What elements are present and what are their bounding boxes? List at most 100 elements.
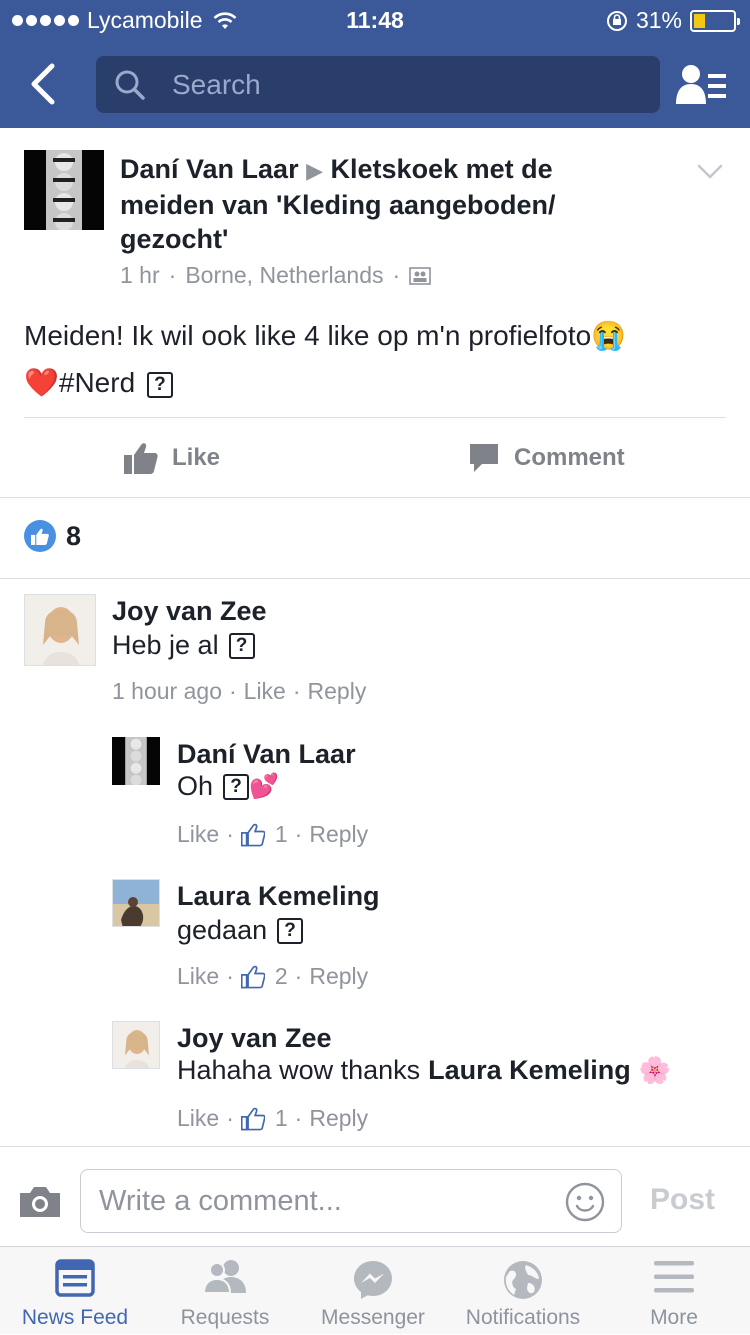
comment-button[interactable]: Comment bbox=[468, 442, 625, 474]
comment-text: Oh ? 💕 bbox=[177, 771, 279, 802]
comment-meta: Like · 1 · Reply bbox=[177, 1105, 369, 1132]
thumbs-up-outline-icon bbox=[240, 823, 265, 846]
arrow-icon: ▶ bbox=[306, 158, 324, 183]
comment-like-link[interactable]: Like bbox=[177, 963, 219, 990]
reaction-count[interactable]: 1 bbox=[275, 1105, 288, 1132]
unknown-glyph-box: ? bbox=[223, 773, 250, 800]
comment-body: gedaan bbox=[177, 915, 268, 945]
friend-requests-icon bbox=[202, 1260, 246, 1294]
like-label: Like bbox=[172, 444, 221, 471]
unknown-glyph-box: ? bbox=[277, 917, 304, 944]
hearts-emoji: 💕 bbox=[249, 773, 279, 800]
thumbs-up-outline-icon bbox=[240, 1107, 265, 1130]
header: Lycamobile 11:48 31% bbox=[0, 0, 750, 128]
comment-like-link[interactable]: Like bbox=[244, 678, 286, 705]
like-count: 8 bbox=[66, 520, 82, 551]
comment-text: gedaan ? bbox=[177, 915, 304, 946]
comment-author[interactable]: Daní Van Laar bbox=[177, 739, 356, 770]
divider bbox=[0, 497, 750, 498]
avatar[interactable] bbox=[24, 594, 96, 666]
flower-emoji: 🌸 bbox=[638, 1055, 672, 1085]
camera-icon[interactable] bbox=[18, 1185, 62, 1219]
like-button[interactable]: Like bbox=[124, 442, 220, 474]
avatar[interactable] bbox=[112, 879, 160, 927]
battery-icon bbox=[690, 9, 740, 32]
comment-like-link[interactable]: Like bbox=[177, 821, 219, 848]
comment-text: Heb je al ? bbox=[112, 630, 255, 661]
comment-body: Heb je al bbox=[112, 630, 219, 660]
post-time[interactable]: 1 hr bbox=[120, 262, 160, 289]
comment-like-link[interactable]: Like bbox=[177, 1105, 219, 1132]
comment-icon bbox=[470, 444, 498, 472]
reaction-count[interactable]: 2 bbox=[275, 963, 288, 990]
audience-group-icon bbox=[409, 266, 431, 285]
author-avatar[interactable] bbox=[24, 150, 104, 230]
avatar[interactable] bbox=[112, 1021, 160, 1069]
divider bbox=[0, 578, 750, 579]
post-text-line-1: Meiden! Ik wil ook like 4 like op m'n pr… bbox=[24, 320, 627, 351]
tab-label: More bbox=[650, 1306, 698, 1329]
post-title: Daní Van Laar ▶ Kletskoek met de meiden … bbox=[120, 152, 600, 256]
battery-percent: 31% bbox=[635, 7, 682, 33]
search-bar[interactable] bbox=[96, 56, 660, 113]
friends-list-icon[interactable] bbox=[676, 64, 728, 106]
comment-reply-link[interactable]: Reply bbox=[308, 678, 367, 705]
tab-label: News Feed bbox=[21, 1306, 129, 1329]
tab-messenger[interactable]: Messenger bbox=[298, 1247, 448, 1335]
like-summary[interactable]: 8 bbox=[24, 520, 81, 552]
tab-news-feed[interactable]: News Feed bbox=[0, 1247, 150, 1335]
post-actions: Like Comment bbox=[0, 418, 750, 498]
comment-input[interactable] bbox=[97, 1182, 547, 1220]
comment-text: Hahaha wow thanks Laura Kemeling 🌸 bbox=[177, 1055, 671, 1086]
messenger-icon bbox=[354, 1261, 392, 1299]
post-location[interactable]: Borne, Netherlands bbox=[185, 262, 383, 289]
unknown-glyph-box: ? bbox=[228, 632, 255, 659]
chevron-down-icon[interactable] bbox=[696, 162, 724, 182]
tab-label: Messenger bbox=[321, 1306, 425, 1329]
comment-author[interactable]: Laura Kemeling bbox=[177, 881, 380, 912]
comment-label: Comment bbox=[514, 444, 625, 471]
thumbs-up-icon bbox=[124, 443, 158, 474]
comment-author[interactable]: Joy van Zee bbox=[177, 1023, 332, 1054]
post-body: Meiden! Ik wil ook like 4 like op m'n pr… bbox=[24, 312, 724, 406]
hashtag[interactable]: #Nerd bbox=[59, 367, 135, 398]
thumbs-up-outline-icon bbox=[240, 965, 265, 988]
comment-time: 1 hour ago bbox=[112, 678, 222, 704]
comment-meta: Like · 2 · Reply bbox=[177, 963, 369, 990]
post-meta: 1 hr · Borne, Netherlands · bbox=[120, 262, 431, 289]
unknown-glyph-box: ? bbox=[146, 371, 173, 398]
comment-meta: Like · 1 · Reply bbox=[177, 821, 369, 848]
tab-label: Requests bbox=[180, 1306, 270, 1329]
menu-icon bbox=[654, 1261, 694, 1293]
comment-composer: Post bbox=[0, 1157, 750, 1245]
comment-reply-link[interactable]: Reply bbox=[309, 1105, 368, 1132]
tab-requests[interactable]: Requests bbox=[150, 1247, 300, 1335]
back-arrow-icon[interactable] bbox=[26, 62, 66, 106]
tab-notifications[interactable]: Notifications bbox=[448, 1247, 598, 1335]
comment-body: Oh bbox=[177, 771, 214, 801]
divider bbox=[0, 1146, 750, 1147]
tab-label: Notifications bbox=[465, 1306, 581, 1329]
like-bubble-icon bbox=[24, 520, 56, 552]
post-text-line-2: ❤️#Nerd ? bbox=[24, 359, 724, 406]
comment-reply-link[interactable]: Reply bbox=[309, 963, 368, 990]
status-bar: Lycamobile 11:48 31% bbox=[0, 0, 750, 42]
tab-more[interactable]: More bbox=[599, 1247, 749, 1335]
search-input[interactable] bbox=[170, 66, 640, 104]
news-feed-icon bbox=[55, 1259, 95, 1297]
comment-author[interactable]: Joy van Zee bbox=[112, 596, 267, 627]
comment-body: Hahaha wow thanks bbox=[177, 1055, 421, 1085]
author-name[interactable]: Daní Van Laar bbox=[120, 154, 299, 184]
comment-meta: 1 hour ago · Like · Reply bbox=[112, 678, 367, 705]
search-icon bbox=[115, 70, 145, 100]
avatar[interactable] bbox=[112, 737, 160, 785]
globe-icon bbox=[504, 1261, 542, 1299]
reaction-count[interactable]: 1 bbox=[275, 821, 288, 848]
mention-link[interactable]: Laura Kemeling bbox=[428, 1055, 631, 1086]
comment-input-box[interactable] bbox=[80, 1169, 622, 1233]
comment-reply-link[interactable]: Reply bbox=[309, 821, 368, 848]
tab-bar: News Feed Requests Messenger Notificatio… bbox=[0, 1246, 750, 1334]
post-comment-button[interactable]: Post bbox=[650, 1183, 715, 1217]
rotation-lock-icon bbox=[606, 10, 627, 31]
emoji-smiley-icon[interactable] bbox=[565, 1182, 605, 1222]
